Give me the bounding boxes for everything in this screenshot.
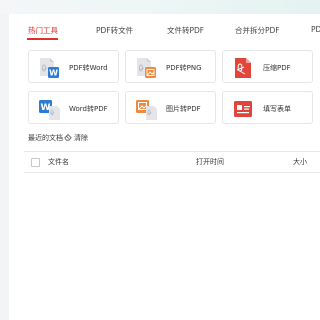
top-gradient-band bbox=[0, 0, 320, 14]
tab-hot-tools[interactable]: 热门工具 bbox=[28, 25, 58, 36]
tool-category-tabs: 热门工具 PDF转文件 文件转PDF 合并拆分PDF PD bbox=[9, 14, 320, 44]
tool-card-word-to-pdf[interactable]: W Word转PDF bbox=[28, 91, 119, 124]
tool-label: PDF转PNG bbox=[166, 64, 202, 72]
tool-card-pdf-to-png[interactable]: PDF转PNG bbox=[125, 50, 216, 83]
pdf-to-png-icon bbox=[137, 58, 156, 78]
tool-card-fill-form[interactable]: 填写表单 bbox=[222, 91, 313, 124]
main-panel: 热门工具 PDF转文件 文件转PDF 合并拆分PDF PD W PDF转Word… bbox=[9, 14, 320, 320]
tab-pdf-more[interactable]: PD bbox=[311, 25, 320, 34]
tab-pdf-to-file[interactable]: PDF转文件 bbox=[96, 25, 133, 36]
compress-pdf-icon bbox=[235, 58, 251, 78]
select-all-checkbox[interactable] bbox=[31, 158, 40, 167]
clear-label: 清除 bbox=[74, 134, 88, 142]
left-margin bbox=[0, 14, 9, 320]
fill-form-icon bbox=[234, 101, 252, 117]
recent-files-table-header: 文件名 打开时间 大小 bbox=[24, 151, 320, 173]
tool-label: 压缩PDF bbox=[263, 64, 291, 72]
image-to-pdf-icon bbox=[136, 100, 157, 120]
tool-card-pdf-to-word[interactable]: W PDF转Word bbox=[28, 50, 119, 83]
svg-text:W: W bbox=[49, 69, 58, 78]
tool-label: Word转PDF bbox=[69, 105, 108, 113]
column-header-size[interactable]: 大小 bbox=[293, 157, 307, 167]
tool-label: 图片转PDF bbox=[166, 105, 201, 113]
tool-card-compress-pdf[interactable]: 压缩PDF bbox=[222, 50, 313, 83]
recent-documents-title: 最近的文档 bbox=[28, 134, 63, 142]
tool-label: 填写表单 bbox=[263, 105, 291, 113]
tool-label: PDF转Word bbox=[69, 64, 108, 72]
word-to-pdf-icon: W bbox=[39, 100, 60, 120]
column-header-filename[interactable]: 文件名 bbox=[48, 157, 69, 167]
tab-merge-split-pdf[interactable]: 合并拆分PDF bbox=[235, 25, 280, 36]
pdf-to-word-icon: W bbox=[40, 58, 59, 78]
active-tab-underline bbox=[27, 38, 58, 40]
tab-file-to-pdf[interactable]: 文件转PDF bbox=[167, 25, 204, 36]
column-header-open-time[interactable]: 打开时间 bbox=[196, 157, 224, 167]
tool-card-image-to-pdf[interactable]: 图片转PDF bbox=[125, 91, 216, 124]
eraser-icon bbox=[64, 134, 72, 141]
